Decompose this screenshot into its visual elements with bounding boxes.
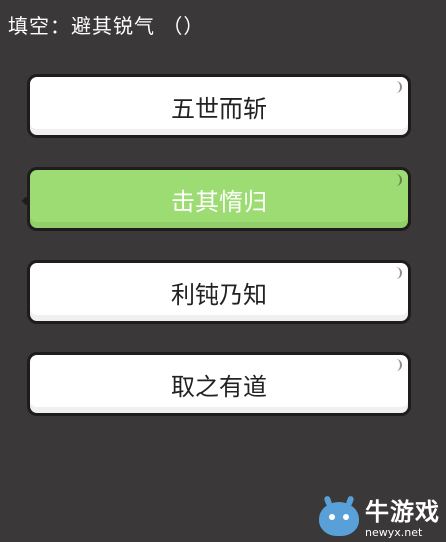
paper-curl-decoration <box>390 267 402 279</box>
answer-option-3[interactable]: 利钝乃知 <box>27 260 411 324</box>
answer-option-1[interactable]: 五世而斩 <box>27 74 411 138</box>
answer-option-1-label: 五世而斩 <box>171 94 267 123</box>
site-watermark: 牛游戏 newyx.net <box>319 495 440 539</box>
answer-option-4-label: 取之有道 <box>171 372 267 401</box>
bull-mascot-icon <box>319 495 359 536</box>
question-text: 填空：避其锐气 （） <box>8 14 205 38</box>
answer-option-3-label: 利钝乃知 <box>171 280 267 309</box>
paper-curl-decoration <box>390 81 402 93</box>
watermark-name: 牛游戏 <box>365 498 440 526</box>
paper-curl-decoration <box>390 359 402 371</box>
selection-marker-icon <box>21 196 31 206</box>
answer-option-2-label: 击其惰归 <box>171 187 267 216</box>
paper-curl-decoration <box>390 174 402 186</box>
answer-option-2-selected[interactable]: 击其惰归 <box>21 167 411 231</box>
watermark-url: newyx.net <box>365 526 423 539</box>
answer-option-4[interactable]: 取之有道 <box>27 352 411 416</box>
